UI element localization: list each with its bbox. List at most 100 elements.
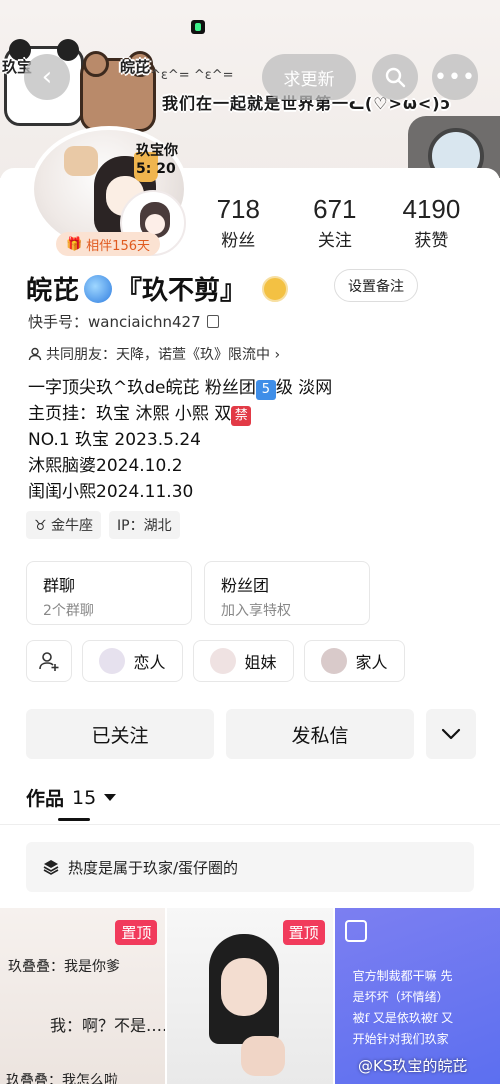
video-thumbnail[interactable]: 置顶 玖叠叠：我是你爹 我：啊？不是…… 玖叠叠：我怎么啦: [0, 908, 166, 1084]
hand-figure: [241, 1036, 286, 1076]
zodiac-label: 金牛座: [51, 518, 94, 534]
edit-icon: [344, 920, 367, 942]
stat-following[interactable]: 671 关注: [287, 194, 384, 251]
search-button[interactable]: [372, 54, 418, 100]
collection-bar[interactable]: 热度是属于玖家/蛋仔圈的: [26, 842, 474, 892]
add-relation-button[interactable]: [26, 640, 72, 682]
message-button[interactable]: 发私信: [226, 709, 414, 759]
more-icon: •••: [434, 64, 476, 90]
time-tag-line1: 玖宝你: [136, 143, 178, 159]
copy-icon[interactable]: [206, 315, 219, 328]
thumbnail-text-line: 官方制裁都干嘛 先: [352, 969, 453, 983]
stat-label: 关注: [317, 231, 352, 251]
thumbnail-text-line: 开始针对我们玖家: [352, 1032, 449, 1046]
feature-boxes: 群聊 2个群聊 粉丝团 加入享特权: [26, 561, 370, 625]
companion-badge[interactable]: 🎁 相伴156天: [56, 232, 160, 256]
more-button[interactable]: •••: [432, 54, 478, 100]
stats-row: 718 粉丝 671 关注 4190 获赞: [190, 194, 480, 251]
username-row: 皖芘 『玖不剪』: [26, 270, 289, 307]
stat-likes[interactable]: 4190 获赞: [383, 194, 480, 251]
zodiac-icon: ♉: [34, 518, 47, 534]
stat-fans[interactable]: 718 粉丝: [190, 194, 287, 251]
relation-lover[interactable]: 恋人: [82, 640, 183, 682]
thumbnail-caption: 玖叠叠：我怎么啦: [6, 1073, 118, 1084]
thumbnail-text-line: 是坏坏（坏情绪）: [352, 990, 449, 1004]
collection-label: 热度是属于玖家/蛋仔圈的: [68, 858, 239, 877]
relation-label: 姐妹: [244, 653, 277, 672]
chevron-down-icon: [441, 728, 461, 740]
thumbnail-text: 官方制裁都干嘛 先 是坏坏（坏情绪） 被f 又是依玖被f 又 开始针对我们玖家: [353, 966, 454, 1050]
cat-figure: [64, 146, 98, 176]
caret-down-icon: [104, 794, 117, 801]
ks-id-row[interactable]: 快手号：wanciaichn427: [28, 311, 219, 332]
fan-level-badge: 5: [255, 380, 276, 400]
relation-family[interactable]: 家人: [304, 640, 405, 682]
video-thumbnail[interactable]: 置顶: [167, 908, 333, 1084]
divider: [0, 824, 500, 825]
bio-line1: 一字顶尖玖^玖de皖芘 粉丝团: [28, 378, 256, 398]
time-tag-line2: 5: 20: [136, 161, 176, 177]
stat-number: 671: [313, 194, 357, 224]
tab-label: 作品: [26, 788, 65, 810]
bio-line1-end: 级 淡网: [275, 378, 333, 398]
request-update-button[interactable]: 求更新: [262, 54, 356, 100]
bio-line5: 闺闺小熙2024.11.30: [28, 482, 194, 502]
back-button[interactable]: ‹: [24, 54, 70, 100]
gift-icon: 🎁: [65, 236, 83, 252]
username-suffix: 『玖不剪』: [116, 276, 247, 306]
action-row: 已关注 发私信: [26, 709, 476, 759]
tab-underline: [58, 818, 90, 821]
box-title: 粉丝团: [221, 576, 270, 595]
stat-label: 粉丝: [221, 231, 256, 251]
search-icon: [385, 67, 406, 88]
ks-id: 快手号：wanciaichn427: [28, 313, 201, 331]
relationship-row: 恋人 姐妹 家人: [26, 640, 405, 682]
companion-label: 相伴156天: [86, 238, 150, 254]
fan-club-box[interactable]: 粉丝团 加入享特权: [204, 561, 370, 625]
relation-label: 家人: [355, 653, 388, 672]
ip-chip: IP：湖北: [109, 511, 180, 539]
banner-deco-text: ^ε^= ^ε^=: [150, 68, 234, 83]
pinned-badge: 置顶: [115, 920, 158, 945]
relation-avatar: [210, 648, 237, 674]
expand-button[interactable]: [426, 709, 476, 759]
thumbnail-caption: 我：啊？不是……: [50, 1016, 166, 1035]
relation-sister[interactable]: 姐妹: [193, 640, 294, 682]
username: 皖芘: [26, 276, 81, 306]
tag-chips: ♉ 金牛座 IP：湖北: [26, 511, 180, 539]
pinned-badge: 置顶: [282, 920, 325, 945]
relation-avatar: [99, 648, 126, 674]
bio-line2: 主页挂：玖宝 沐熙 小熙 双: [28, 404, 232, 424]
avatar-time-tag: 玖宝你 5: 20: [136, 142, 178, 178]
following-button[interactable]: 已关注: [26, 709, 214, 759]
group-chat-box[interactable]: 群聊 2个群聊: [26, 561, 192, 625]
set-remark-button[interactable]: 设置备注: [334, 269, 418, 302]
relation-label: 恋人: [133, 653, 166, 672]
relation-avatar: [321, 648, 348, 674]
tab-works[interactable]: 作品 15: [26, 784, 117, 811]
thumbnail-caption: 玖叠叠：我是你爹: [8, 959, 120, 975]
stat-number: 4190: [402, 194, 461, 224]
person-icon: [28, 347, 42, 361]
box-title: 群聊: [43, 576, 76, 595]
sticker-label-right: 皖芘: [120, 58, 151, 76]
bio-line4: 沐熙脑婆2024.10.2: [28, 456, 183, 476]
box-subtitle: 加入享特权: [221, 603, 291, 619]
zodiac-chip: ♉ 金牛座: [26, 511, 102, 539]
bio: 一字顶尖玖^玖de皖芘 粉丝团 5 级 淡网 主页挂：玖宝 沐熙 小熙 双禁 NO.…: [28, 375, 332, 505]
stat-number: 718: [216, 194, 260, 224]
back-icon: ‹: [41, 62, 53, 92]
tab-count: 15: [72, 786, 97, 809]
stat-label: 获赞: [414, 231, 449, 251]
ban-badge: 禁: [231, 406, 252, 426]
mutual-friends-row[interactable]: 共同朋友：天降，诺萱《玖》限流中 ›: [28, 344, 280, 364]
name-emoji-icon: [84, 274, 113, 303]
thumbnail-text-line: 被f 又是依玖被f 又: [352, 1011, 454, 1025]
bio-line3: NO.1 玖宝 2023.5.24: [28, 430, 201, 450]
add-person-icon: [39, 652, 59, 671]
watermark: @KS玖宝的皖芘: [358, 1057, 468, 1075]
mutual-friends-text: 共同朋友：天降，诺萱《玖》限流中 ›: [46, 347, 281, 363]
app-indicator-icon: [191, 20, 205, 34]
level-badge-icon[interactable]: [262, 275, 289, 302]
person-figure: [209, 934, 280, 1044]
